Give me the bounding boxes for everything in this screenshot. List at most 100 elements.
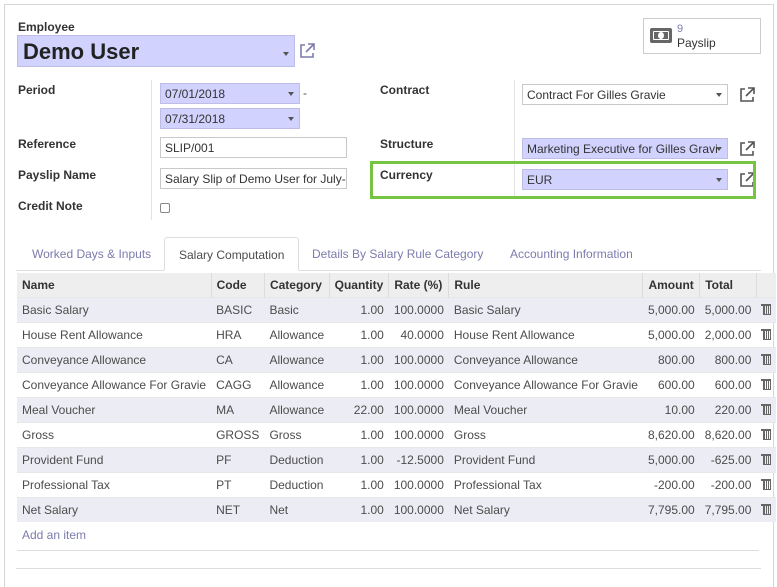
- column-header[interactable]: Name: [17, 273, 212, 297]
- table-cell: Allowance: [264, 321, 330, 347]
- table-cell: 5,000.00: [642, 446, 700, 472]
- table-row[interactable]: Net Salary NET Net 1.00 100.0000 Net Salary 7,…: [17, 496, 777, 522]
- table-cell: 1.00: [329, 321, 389, 347]
- trash-icon[interactable]: [761, 378, 772, 390]
- chevron-down-icon[interactable]: [283, 52, 289, 56]
- trash-icon[interactable]: [761, 403, 772, 415]
- table-cell: Gross: [448, 421, 643, 447]
- tab-details-by-category[interactable]: Details By Salary Rule Category: [298, 237, 497, 271]
- column-header[interactable]: Category: [264, 273, 330, 297]
- delete-cell: [756, 346, 777, 372]
- table-cell: 1.00: [329, 346, 389, 372]
- table-cell: House Rent Allowance: [448, 321, 643, 347]
- table-row[interactable]: Gross GROSS Gross 1.00 100.0000 Gross 8,620.00…: [17, 421, 777, 447]
- table-cell: PF: [211, 446, 265, 472]
- table-cell: Professional Tax: [448, 471, 643, 497]
- date-from-value: 07/01/2018: [165, 87, 226, 101]
- structure-select[interactable]: Marketing Executive for Gilles Gravi: [522, 138, 728, 159]
- trash-icon[interactable]: [761, 453, 772, 465]
- delete-cell: [756, 421, 777, 447]
- structure-label: Structure: [380, 137, 434, 151]
- period-separator: -: [303, 86, 307, 100]
- trash-icon[interactable]: [761, 303, 772, 315]
- external-link-icon[interactable]: [738, 86, 755, 102]
- table-cell: Meal Voucher: [17, 396, 212, 422]
- table-row[interactable]: Conveyance Allowance CA Allowance 1.00 100.0…: [17, 346, 777, 372]
- column-header[interactable]: Quantity: [329, 273, 390, 297]
- table-cell: 5,000.00: [642, 321, 700, 347]
- payslip-name-input[interactable]: Salary Slip of Demo User for July-: [160, 168, 347, 189]
- table-cell: PT: [211, 471, 265, 497]
- date-to-value: 07/31/2018: [165, 112, 226, 126]
- tab-worked-days[interactable]: Worked Days & Inputs: [18, 237, 165, 271]
- delete-cell: [756, 471, 777, 497]
- column-header[interactable]: Total: [699, 273, 757, 297]
- reference-label: Reference: [18, 137, 77, 151]
- table-cell: GROSS: [211, 421, 265, 447]
- table-row[interactable]: Meal Voucher MA Allowance 22.00 100.0000 Meal…: [17, 396, 777, 422]
- delete-cell: [756, 496, 777, 522]
- table-cell: 22.00: [329, 396, 389, 422]
- trash-icon[interactable]: [761, 328, 772, 340]
- chevron-down-icon[interactable]: [716, 93, 722, 97]
- employee-name: Demo User: [23, 39, 140, 64]
- table-cell: 1.00: [329, 446, 389, 472]
- contract-select[interactable]: Contract For Gilles Gravie: [522, 84, 728, 105]
- table-footer-line: [17, 550, 759, 551]
- payslip-button-label: Payslip: [677, 36, 716, 50]
- table-cell: Gross: [17, 421, 212, 447]
- employee-field[interactable]: Demo User: [17, 35, 295, 67]
- chevron-down-icon[interactable]: [716, 147, 722, 151]
- chevron-down-icon[interactable]: [288, 117, 294, 121]
- column-header[interactable]: Amount: [642, 273, 701, 297]
- money-icon: [650, 28, 672, 43]
- table-cell: NET: [211, 496, 265, 522]
- date-from-field[interactable]: 07/01/2018: [160, 83, 300, 104]
- table-row[interactable]: Provident Fund PF Deduction 1.00 -12.5000 Pro…: [17, 446, 777, 472]
- table-row[interactable]: Basic Salary BASIC Basic 1.00 100.0000 Basic …: [17, 296, 777, 322]
- tab-salary-computation[interactable]: Salary Computation: [164, 237, 300, 271]
- table-cell: Net Salary: [448, 496, 643, 522]
- add-item-link[interactable]: Add an item: [22, 528, 86, 542]
- table-row[interactable]: Professional Tax PT Deduction 1.00 100.0000 P…: [17, 471, 777, 497]
- table-cell: Net Salary: [17, 496, 212, 522]
- external-link-icon[interactable]: [738, 140, 755, 156]
- table-cell: Allowance: [264, 371, 330, 397]
- credit-note-checkbox[interactable]: [160, 203, 170, 213]
- table-cell: -200.00: [699, 471, 757, 497]
- table-cell: Basic: [264, 296, 330, 322]
- table-cell: Conveyance Allowance: [17, 346, 212, 372]
- trash-icon[interactable]: [761, 428, 772, 440]
- external-link-icon[interactable]: [298, 42, 315, 58]
- table-cell: 100.0000: [388, 496, 449, 522]
- contract-value: Contract For Gilles Gravie: [527, 88, 666, 102]
- date-to-field[interactable]: 07/31/2018: [160, 108, 300, 129]
- tab-accounting-information[interactable]: Accounting Information: [496, 237, 647, 271]
- table-row[interactable]: House Rent Allowance HRA Allowance 1.00 40.0…: [17, 321, 777, 347]
- left-divider: [151, 80, 152, 220]
- table-cell: 100.0000: [388, 346, 449, 372]
- column-header[interactable]: Rule: [448, 273, 644, 297]
- column-header[interactable]: Rate (%): [388, 273, 450, 297]
- table-cell: Provident Fund: [17, 446, 212, 472]
- column-header[interactable]: Code: [211, 273, 265, 297]
- table-cell: 800.00: [642, 346, 700, 372]
- trash-icon[interactable]: [761, 353, 772, 365]
- trash-icon[interactable]: [761, 478, 772, 490]
- table-cell: 5,000.00: [699, 296, 757, 322]
- reference-input[interactable]: SLIP/001: [160, 137, 347, 158]
- table-row[interactable]: Conveyance Allowance For Gravie CAGG Allow…: [17, 371, 777, 397]
- table-cell: Deduction: [264, 471, 330, 497]
- payslip-smart-button[interactable]: 9 Payslip: [643, 18, 761, 54]
- chevron-down-icon[interactable]: [288, 92, 294, 96]
- table-cell: 40.0000: [388, 321, 449, 347]
- table-cell: HRA: [211, 321, 265, 347]
- payslip-name-label: Payslip Name: [18, 168, 97, 182]
- table-cell: 1.00: [329, 296, 389, 322]
- credit-note-label: Credit Note: [18, 199, 83, 213]
- table-cell: CA: [211, 346, 265, 372]
- table-cell: Professional Tax: [17, 471, 212, 497]
- table-cell: 8,620.00: [642, 421, 700, 447]
- table-cell: 100.0000: [388, 471, 449, 497]
- trash-icon[interactable]: [761, 503, 772, 515]
